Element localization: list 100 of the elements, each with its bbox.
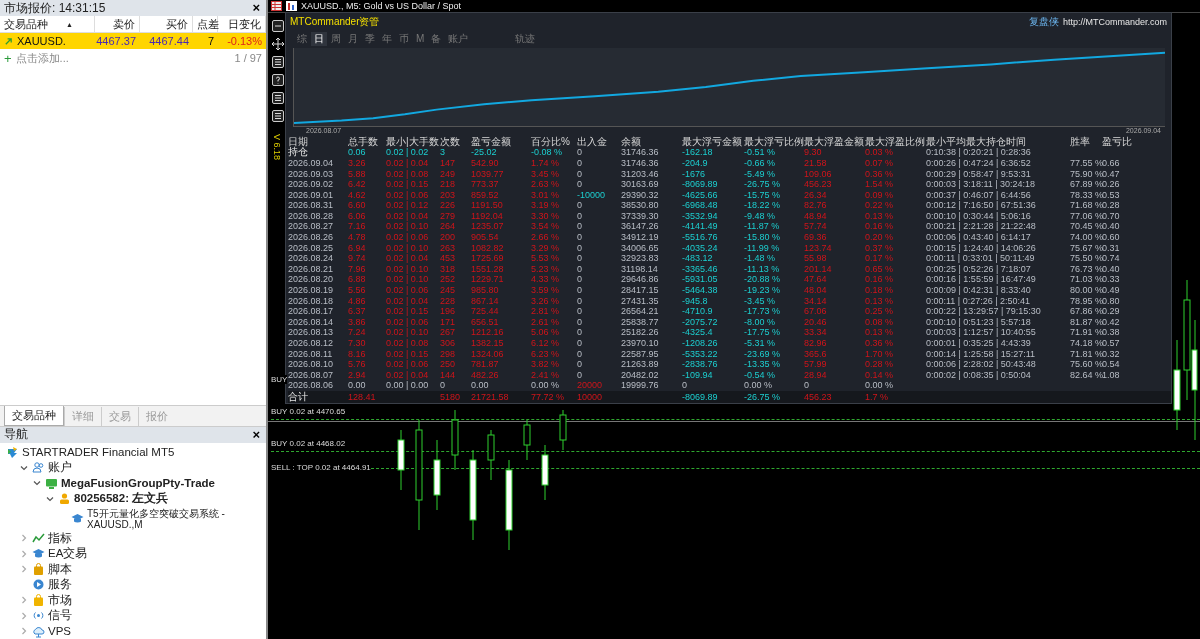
table-cell-text: 0:00:15 | 1:24:40 | 14:06:26 bbox=[926, 242, 1037, 254]
table-cell-text: 3.45 % bbox=[531, 168, 561, 180]
table-cell-text: 1191.50 bbox=[471, 200, 504, 211]
table-cell-text: -8069.89 bbox=[682, 179, 719, 190]
table-cell-text: -6968.48 bbox=[682, 200, 719, 211]
table-cell-text: 69.36 bbox=[804, 232, 828, 243]
table-cell-text: -4035.24 bbox=[682, 242, 719, 254]
close-button[interactable]: × bbox=[250, 1, 262, 15]
tab[interactable]: 综 bbox=[294, 31, 310, 46]
tab[interactable]: 币 bbox=[396, 31, 412, 46]
table-cell-text: 0.37 % bbox=[865, 242, 895, 254]
close-button[interactable]: × bbox=[250, 427, 262, 442]
table-cell-text: 27431.35 bbox=[621, 295, 660, 307]
table-cell-text: 1.70 % bbox=[865, 348, 895, 360]
tab[interactable]: M bbox=[413, 33, 428, 45]
table-cell-text: 0.13 % bbox=[865, 327, 895, 338]
column-header: 百分比% bbox=[531, 136, 571, 148]
tab[interactable]: 季 bbox=[362, 31, 378, 46]
table-cell-text: 6.06 bbox=[348, 210, 367, 222]
symbol-row[interactable]: XAUUSD. 4467.37 4467.44 7 -0.13% bbox=[0, 33, 266, 49]
add-symbol-link[interactable]: 点击添加... bbox=[15, 50, 69, 66]
tree-item[interactable]: 指标 bbox=[48, 530, 72, 546]
tree-item[interactable]: 80256582: 左文兵 bbox=[74, 491, 169, 507]
tab[interactable]: 账户 bbox=[445, 31, 472, 46]
table-cell-text: 0.57 bbox=[1102, 338, 1121, 349]
table-cell-text: 3 bbox=[440, 147, 446, 158]
chart-title: XAUUSD., M5: Gold vs US Dollar / Spot bbox=[301, 1, 462, 11]
table-cell: 75.50 % bbox=[1070, 253, 1102, 264]
table-cell-text: 0.42 bbox=[1102, 316, 1121, 328]
table-cell-text: 29646.86 bbox=[621, 274, 660, 286]
table-cell-text: 28417.15 bbox=[621, 285, 660, 296]
column-header[interactable]: 卖价 bbox=[95, 16, 140, 32]
tree-item[interactable]: VPS bbox=[48, 625, 71, 638]
table-cell-text: 0.02 | 0.06 bbox=[386, 232, 430, 243]
tree-item[interactable]: EA交易 bbox=[48, 546, 88, 562]
move-icon[interactable] bbox=[271, 38, 284, 50]
table-cell-text: -10000 bbox=[577, 189, 607, 201]
column-header: 余额 bbox=[621, 136, 642, 148]
website-link[interactable]: http://MTCommander.com bbox=[1062, 16, 1167, 27]
tree-item[interactable]: 服务 bbox=[48, 577, 72, 593]
chevron-down-icon[interactable] bbox=[45, 494, 55, 503]
tab[interactable]: 备 bbox=[428, 31, 445, 46]
tab[interactable]: 轨迹 bbox=[512, 31, 539, 46]
tab[interactable]: 交易品种 bbox=[4, 405, 64, 426]
table-cell-text: 128.41 bbox=[348, 391, 377, 403]
tree-item[interactable]: T5开元量化多空突破交易系统 - XAUUSD.,M bbox=[87, 507, 257, 530]
column-header[interactable]: 买价 bbox=[140, 16, 193, 32]
table-cell-text: 0.54 bbox=[1102, 359, 1121, 370]
minus-icon[interactable] bbox=[271, 20, 284, 32]
tab[interactable]: 周 bbox=[328, 31, 344, 46]
bar-chart-icon[interactable] bbox=[286, 1, 297, 11]
table-cell-text: 1324.06 bbox=[471, 348, 505, 360]
tree-item[interactable]: 信号 bbox=[48, 608, 72, 624]
add-icon[interactable]: + bbox=[4, 50, 12, 66]
table-cell-text: 0.09 % bbox=[865, 189, 895, 201]
chevron-down-icon[interactable] bbox=[19, 463, 29, 472]
table-cell-text: 279 bbox=[440, 210, 457, 222]
table-cell-text: 0.02 | 0.15 bbox=[386, 306, 430, 317]
list-icon[interactable] bbox=[271, 56, 284, 68]
column-header[interactable]: 点差 bbox=[193, 16, 218, 32]
table-cell-text: 985.80 bbox=[471, 285, 500, 296]
table-cell-text: 2026.08.25 bbox=[288, 242, 335, 254]
table-cell-text: 0 bbox=[577, 274, 583, 286]
table-cell-text: 0.02 | 0.04 bbox=[386, 210, 430, 222]
table-cell-text: 905.54 bbox=[471, 232, 500, 243]
table-cell-text: 0:00:06 | 2:28:02 | 50:43:48 bbox=[926, 359, 1037, 370]
table-cell-text: 2026.08.28 bbox=[288, 210, 335, 222]
table-cell-text: -17.75 % bbox=[744, 327, 782, 338]
table-cell-text: 0.13 % bbox=[865, 295, 895, 307]
table-cell-text: 3.19 % bbox=[531, 200, 561, 211]
table-cell-text: 21263.89 bbox=[621, 359, 660, 370]
table-cell-text: 201.14 bbox=[804, 263, 833, 275]
table-cell-text: 0.26 bbox=[1102, 179, 1121, 190]
chevron-down-icon[interactable] bbox=[32, 479, 42, 488]
column-header: 盈亏比 bbox=[1102, 136, 1133, 148]
tab[interactable]: 日 bbox=[311, 31, 327, 46]
table-cell-text: -1.48 % bbox=[744, 253, 777, 264]
tree-item[interactable]: 市场 bbox=[48, 592, 72, 608]
table-cell-text: 0:00:02 | 0:08:35 | 0:50:04 bbox=[926, 369, 1032, 381]
table-cell-text: 8.16 bbox=[348, 348, 367, 360]
table-cell-text: 0.28 % bbox=[865, 359, 895, 370]
table-cell-text: 0.20 % bbox=[865, 232, 895, 243]
table-cell-text: -0.51 % bbox=[744, 147, 777, 158]
table-cell: 75.90 % bbox=[1070, 168, 1102, 180]
tree-item[interactable]: STARTRADER Financial MT5 bbox=[22, 446, 175, 459]
tree-item[interactable]: MegaFusionGroupPty-Trade bbox=[61, 477, 215, 490]
tab[interactable]: 月 bbox=[345, 31, 361, 46]
tree-item[interactable]: 账户 bbox=[48, 460, 72, 476]
table-cell: 4467.37 bbox=[96, 35, 136, 47]
table-cell-text: 0:00:12 | 7:16:50 | 67:51:36 bbox=[926, 200, 1037, 211]
column-header[interactable]: 日变化 bbox=[218, 16, 266, 32]
table-cell-text: 9.74 bbox=[348, 253, 367, 264]
table-cell-text: -9.48 % bbox=[744, 210, 777, 222]
table-cell: 4467.44 bbox=[149, 35, 189, 47]
help-icon[interactable] bbox=[271, 74, 284, 86]
tab[interactable]: 年 bbox=[379, 31, 395, 46]
table-icon[interactable] bbox=[271, 1, 282, 11]
tree-item[interactable]: 脚本 bbox=[48, 561, 72, 577]
table-cell-text: 453 bbox=[440, 253, 457, 264]
table-cell-text: 5.56 bbox=[348, 285, 367, 296]
